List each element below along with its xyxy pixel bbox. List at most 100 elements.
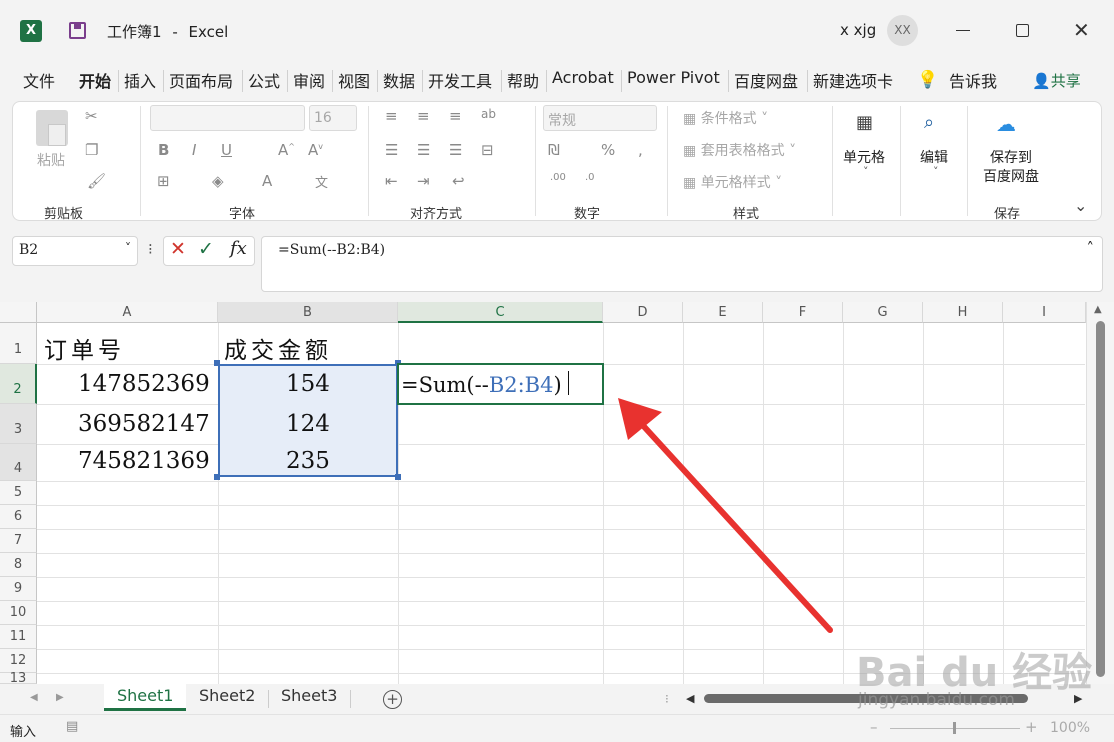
underline-icon[interactable]: U xyxy=(221,141,232,159)
tab-home[interactable]: 开始 xyxy=(79,68,111,92)
decrease-font-icon[interactable]: Av xyxy=(308,141,323,159)
align-center-icon[interactable]: ☰ xyxy=(417,141,430,159)
font-name-combo[interactable] xyxy=(150,105,305,131)
cell-a3[interactable]: 369582147 xyxy=(78,411,210,437)
collapse-ribbon-icon[interactable]: ⌄ xyxy=(1074,196,1087,215)
row-header-2[interactable]: 2 xyxy=(0,364,37,404)
increase-font-icon[interactable]: A^ xyxy=(278,141,295,159)
column-header-h[interactable]: H xyxy=(923,302,1003,323)
wrap-text-icon[interactable]: ↩ xyxy=(452,172,465,190)
bold-icon[interactable]: B xyxy=(158,141,169,159)
tab-insert[interactable]: 插入 xyxy=(124,68,156,92)
column-header-b[interactable]: B xyxy=(218,302,398,323)
row-header-11[interactable]: 11 xyxy=(0,625,37,649)
row-header-4[interactable]: 4 xyxy=(0,444,37,481)
scissors-icon[interactable]: ✂ xyxy=(85,107,98,125)
scroll-up-icon[interactable]: ▲ xyxy=(1094,304,1102,315)
tab-data[interactable]: 数据 xyxy=(383,68,415,92)
decrease-indent-icon[interactable]: ⇤ xyxy=(385,172,398,190)
copy-icon[interactable]: ❐ xyxy=(85,141,98,159)
column-header-c[interactable]: C xyxy=(398,302,603,323)
row-header-12[interactable]: 12 xyxy=(0,649,37,673)
save-icon[interactable] xyxy=(69,22,86,39)
tab-baidu-netdisk[interactable]: 百度网盘 xyxy=(734,68,798,92)
tab-formulas[interactable]: 公式 xyxy=(248,68,280,92)
row-header-10[interactable]: 10 xyxy=(0,601,37,625)
increase-decimal-icon[interactable]: .00 xyxy=(550,172,566,183)
column-header-f[interactable]: F xyxy=(763,302,843,323)
row-header-9[interactable]: 9 xyxy=(0,577,37,601)
sheet-tab-1[interactable]: Sheet1 xyxy=(117,686,173,705)
formula-input[interactable]: =Sum(--B2:B4) ˄ xyxy=(261,236,1103,292)
tab-developer[interactable]: 开发工具 xyxy=(428,68,492,92)
range-handle[interactable] xyxy=(214,360,220,366)
font-size-combo[interactable]: 16 xyxy=(309,105,357,131)
tab-split-handle[interactable]: ⁝ xyxy=(665,692,669,706)
increase-indent-icon[interactable]: ⇥ xyxy=(417,172,430,190)
align-middle-icon[interactable]: ≡ xyxy=(417,107,430,125)
tab-acrobat[interactable]: Acrobat xyxy=(552,68,614,87)
baidu-cloud-icon[interactable]: ☁ xyxy=(996,112,1016,136)
conditional-format-button[interactable]: ▦ 条件格式 ˅ xyxy=(683,108,768,128)
cell-a2[interactable]: 147852369 xyxy=(78,371,210,397)
format-painter-icon[interactable]: 🖌 xyxy=(87,172,106,190)
zoom-level[interactable]: 100% xyxy=(1050,720,1090,736)
cells-icon[interactable]: ▦ xyxy=(856,112,873,133)
sheet-tab-3[interactable]: Sheet3 xyxy=(281,686,337,705)
cell-b1[interactable]: 成交金额 xyxy=(224,331,332,365)
align-right-icon[interactable]: ☰ xyxy=(449,141,462,159)
column-header-d[interactable]: D xyxy=(603,302,683,323)
tab-new-tab[interactable]: 新建选项卡 xyxy=(813,68,893,92)
range-handle[interactable] xyxy=(214,474,220,480)
cell-b3[interactable]: 124 xyxy=(286,411,330,437)
row-header-7[interactable]: 7 xyxy=(0,529,37,553)
minimize-icon[interactable] xyxy=(956,30,970,31)
worksheet-grid[interactable] xyxy=(0,302,1114,684)
chevron-up-icon[interactable]: ˄ xyxy=(1087,239,1095,257)
cell-b2[interactable]: 154 xyxy=(286,371,330,397)
merge-icon[interactable]: ⊟ xyxy=(481,141,494,159)
scroll-left-icon[interactable]: ◀ xyxy=(686,692,694,705)
range-handle[interactable] xyxy=(395,474,401,480)
align-left-icon[interactable]: ☰ xyxy=(385,141,398,159)
accessibility-icon[interactable]: ▤ xyxy=(66,719,78,734)
align-bottom-icon[interactable]: ≡ xyxy=(449,107,462,125)
scroll-left-icon[interactable]: ◀ xyxy=(30,692,38,703)
fill-color-icon[interactable]: ◈ xyxy=(212,172,224,190)
cell-a1[interactable]: 订单号 xyxy=(44,331,125,365)
add-sheet-icon[interactable]: + xyxy=(383,690,402,709)
row-header-3[interactable]: 3 xyxy=(0,404,37,444)
row-header-1[interactable]: 1 xyxy=(0,323,37,364)
tab-review[interactable]: 审阅 xyxy=(293,68,325,92)
column-header-g[interactable]: G xyxy=(843,302,923,323)
italic-icon[interactable]: I xyxy=(192,141,196,159)
zoom-out-button[interactable]: – xyxy=(870,718,878,736)
cells-button[interactable]: 单元格 xyxy=(843,147,885,167)
cancel-icon[interactable]: ✕ xyxy=(170,238,186,260)
accounting-icon[interactable]: ₪ xyxy=(548,141,560,159)
phonetic-icon[interactable]: 文 xyxy=(315,172,328,191)
align-top-icon[interactable]: ≡ xyxy=(385,107,398,125)
save-to-baidu-button[interactable]: 保存到 百度网盘 xyxy=(980,149,1042,187)
cell-a4[interactable]: 745821369 xyxy=(78,448,210,474)
column-header-i[interactable]: I xyxy=(1003,302,1086,323)
number-format-combo[interactable]: 常规 xyxy=(543,105,657,131)
font-color-icon[interactable]: A xyxy=(262,172,272,190)
decrease-decimal-icon[interactable]: .0 xyxy=(585,172,595,183)
edit-button[interactable]: 编辑 xyxy=(920,147,948,167)
insert-function-button[interactable]: fx xyxy=(230,238,247,259)
sheet-tab-2[interactable]: Sheet2 xyxy=(199,686,255,705)
vertical-scroll-thumb[interactable] xyxy=(1096,321,1105,677)
user-name[interactable]: x xjg xyxy=(840,21,876,39)
maximize-icon[interactable] xyxy=(1016,24,1029,37)
zoom-in-button[interactable]: + xyxy=(1025,718,1038,736)
cell-styles-button[interactable]: ▦ 单元格样式 ˅ xyxy=(683,172,782,192)
tab-help[interactable]: 帮助 xyxy=(507,68,539,92)
row-header-13[interactable]: 13 xyxy=(0,672,37,685)
column-header-e[interactable]: E xyxy=(683,302,763,323)
orientation-icon[interactable]: ab xyxy=(481,107,496,121)
tab-file[interactable]: 文件 xyxy=(23,68,55,92)
enter-icon[interactable]: ✓ xyxy=(198,238,214,260)
tell-me-search[interactable]: 告诉我 xyxy=(949,68,997,92)
avatar[interactable]: XX xyxy=(887,15,918,46)
